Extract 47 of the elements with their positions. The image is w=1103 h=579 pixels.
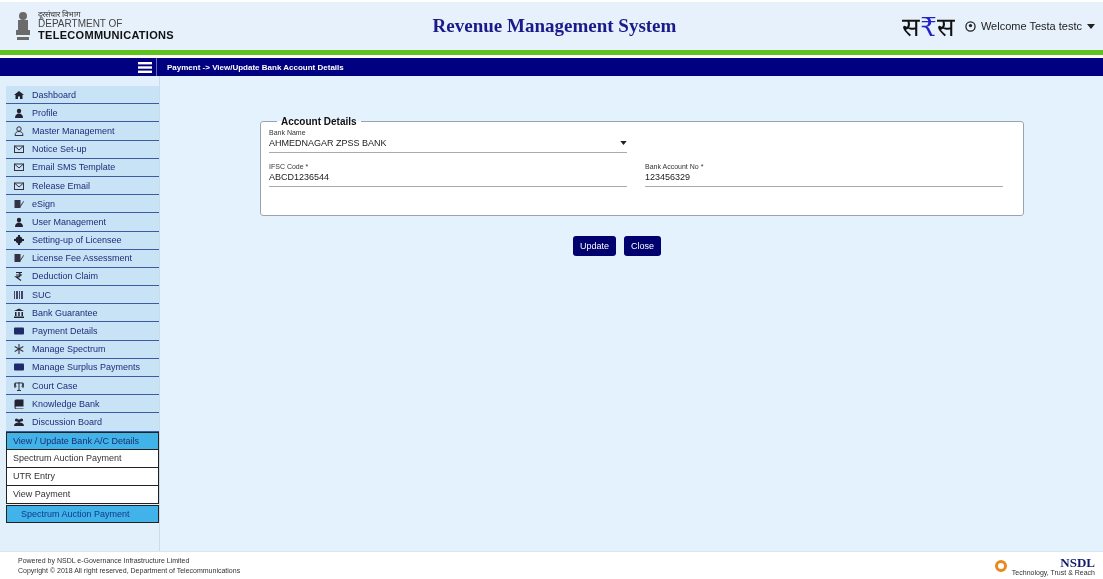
user-icon	[964, 20, 976, 32]
department-name-text: TELECOMMUNICATIONS	[38, 29, 174, 42]
emblem-icon	[14, 10, 32, 42]
breadcrumb: Payment -> View/Update Bank Account Details	[166, 62, 344, 72]
department-text: DEPARTMENT OF	[38, 19, 124, 30]
pen-icon	[14, 198, 24, 209]
brand-text: NSDL	[1060, 555, 1095, 569]
snowflake-icon	[14, 344, 24, 355]
sidebar-item[interactable]: eSign	[6, 195, 159, 214]
sidebar-item[interactable]: User Management	[6, 213, 159, 232]
bank-icon	[14, 307, 24, 318]
home-icon	[14, 89, 24, 100]
close-button[interactable]: Close	[624, 236, 662, 256]
submenu-item[interactable]: Spectrum Auction Payment	[6, 504, 159, 523]
input-field[interactable]: 123456329	[645, 171, 1003, 187]
rupee-icon	[14, 271, 24, 282]
card-icon	[14, 362, 24, 373]
caret-icon	[1087, 23, 1095, 29]
person-icon	[14, 107, 24, 118]
sidebar-item[interactable]: Profile	[6, 104, 159, 123]
input-field[interactable]: ABCD1236544	[269, 171, 627, 187]
update-button[interactable]: Update	[573, 236, 617, 256]
saras-logo: स₹स	[902, 11, 955, 44]
book-icon	[14, 398, 24, 409]
sidebar-item[interactable]: Master Management	[6, 122, 159, 141]
envelope-icon	[14, 180, 24, 191]
department-hindi-text: दूरसंचार विभाग	[38, 10, 82, 20]
sidebar-item[interactable]: Knowledge Bank	[6, 395, 159, 414]
sidebar-item[interactable]: Court Case	[6, 377, 159, 396]
sidebar-item[interactable]: Bank Guarantee	[6, 304, 159, 323]
card-icon	[14, 326, 24, 337]
menu-icon[interactable]	[138, 61, 152, 73]
envelope-icon	[14, 144, 24, 155]
user-menu[interactable]: Welcome Testa testc	[964, 20, 1095, 32]
panel-legend: Account Details	[277, 116, 361, 127]
sidebar-item[interactable]: SUC	[6, 286, 159, 305]
envelope-icon	[14, 162, 24, 173]
sidebar-item[interactable]: Payment Details	[6, 322, 159, 341]
barcode-icon	[14, 289, 24, 300]
caret-icon	[620, 141, 627, 145]
person-icon	[14, 216, 24, 227]
sidebar-item[interactable]: Discussion Board	[6, 413, 159, 432]
person-icon	[14, 125, 24, 136]
pen-icon	[14, 253, 24, 264]
bank-name-select[interactable]: AHMEDNAGAR ZPSS BANK	[269, 137, 627, 153]
sidebar-item[interactable]: Dashboard	[6, 86, 159, 105]
app-title: Revenue Management System	[432, 15, 677, 37]
